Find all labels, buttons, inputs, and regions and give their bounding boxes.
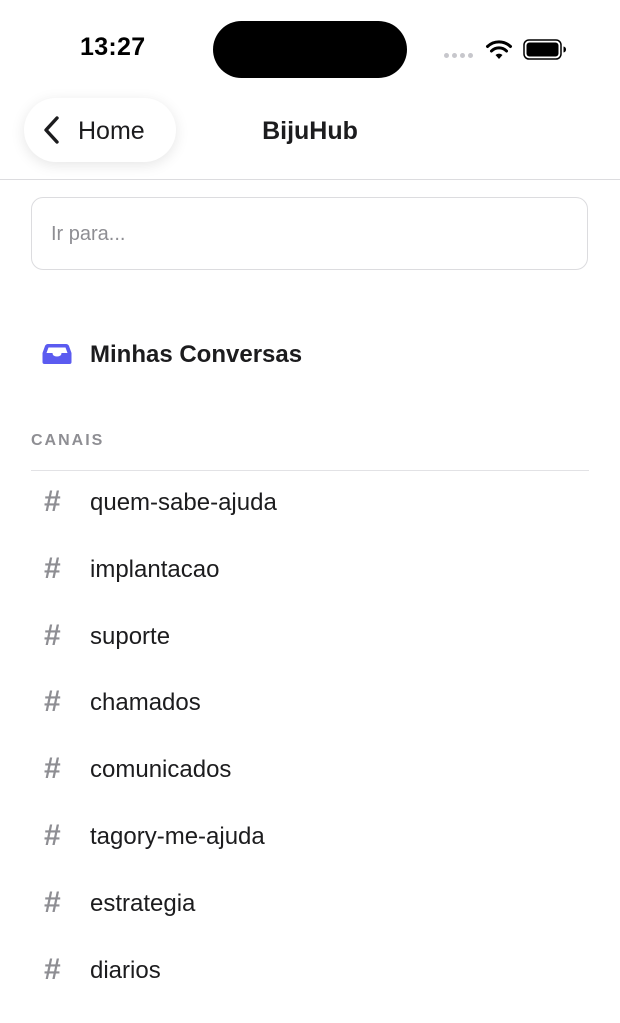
- hash-icon: #: [44, 752, 61, 786]
- hash-icon: #: [44, 885, 61, 919]
- channel-list: # quem-sabe-ajuda # implantacao # suport…: [0, 471, 620, 1005]
- dynamic-island: [213, 21, 407, 78]
- channel-item[interactable]: # implantacao: [0, 538, 620, 605]
- hash-icon: #: [44, 618, 61, 652]
- channel-name: chamados: [90, 689, 201, 717]
- inbox-icon: [42, 344, 72, 364]
- my-conversations-item[interactable]: Minhas Conversas: [0, 325, 620, 385]
- channel-name: comunicados: [90, 756, 232, 784]
- channel-name: quem-sabe-ajuda: [90, 489, 277, 516]
- app-screen: 13:27 Home BijuHub Ir para... Minhas Con…: [0, 0, 620, 1023]
- channel-item[interactable]: # chamados: [0, 671, 620, 738]
- hash-icon: #: [44, 685, 61, 719]
- channel-item[interactable]: # suporte: [0, 605, 620, 672]
- channel-item[interactable]: # comunicados: [0, 738, 620, 805]
- battery-icon: [523, 39, 566, 60]
- channels-section-header: CANAIS: [31, 432, 105, 449]
- hash-icon: #: [44, 818, 61, 852]
- channel-name: tagory-me-ajuda: [90, 822, 265, 850]
- search-input[interactable]: Ir para...: [31, 197, 588, 270]
- page-title: BijuHub: [262, 117, 358, 145]
- hash-icon: #: [44, 952, 61, 986]
- status-time: 13:27: [80, 33, 146, 61]
- cellular-signal-icon: [444, 53, 473, 58]
- channel-name: suporte: [90, 622, 171, 650]
- channel-item[interactable]: # tagory-me-ajuda: [0, 805, 620, 872]
- channel-name: diarios: [90, 956, 161, 984]
- hash-icon: #: [44, 551, 61, 585]
- my-conversations-label: Minhas Conversas: [90, 341, 303, 368]
- channel-name: estrategia: [90, 889, 196, 917]
- channel-item[interactable]: # estrategia: [0, 872, 620, 939]
- navigation-bar: Home BijuHub: [0, 96, 620, 180]
- channel-name: implantacao: [90, 555, 220, 583]
- channel-item[interactable]: # diarios: [0, 939, 620, 1006]
- wifi-icon: [486, 40, 512, 59]
- status-bar: 13:27: [0, 0, 620, 100]
- channel-item[interactable]: # quem-sabe-ajuda: [0, 471, 620, 538]
- hash-icon: #: [44, 485, 61, 518]
- search-placeholder: Ir para...: [51, 223, 126, 245]
